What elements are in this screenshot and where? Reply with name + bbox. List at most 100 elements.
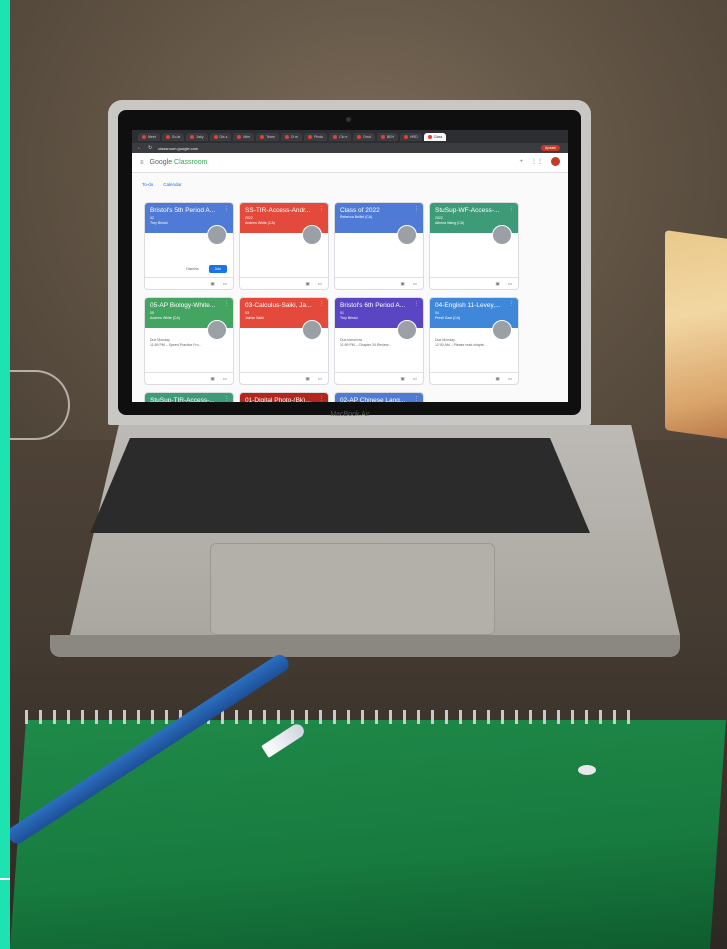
more-options-icon[interactable]: ⋮	[319, 396, 324, 402]
browser-tab[interactable]: Jaky	[186, 132, 208, 141]
back-arrow-icon[interactable]: ←	[137, 145, 142, 151]
trackpad	[210, 543, 495, 635]
tab-label: BEH	[386, 134, 395, 139]
tab-label: HRD	[410, 134, 418, 139]
classwork-icon[interactable]: ▣	[210, 281, 214, 287]
card-title[interactable]: 05-AP Biology-White...	[150, 302, 228, 309]
classwork-icon[interactable]: ▣	[210, 376, 214, 382]
folder-icon[interactable]: ▭	[413, 281, 417, 287]
card-title[interactable]: 03-Calculus-Saiki, Ja...	[245, 302, 323, 309]
card-owner[interactable]: Rebecca Bellini (CA)	[340, 215, 418, 219]
tab-label: Dis s	[219, 134, 228, 139]
classwork-icon[interactable]: ▣	[495, 376, 499, 382]
browser-tab[interactable]: Ct m	[280, 132, 303, 141]
more-options-icon[interactable]: ⋮	[509, 301, 514, 307]
tab-favicon-icon	[237, 134, 242, 139]
hamburger-menu-icon[interactable]: ≡	[140, 160, 144, 166]
teacher-avatar	[207, 320, 227, 340]
browser-tab[interactable]: HRD	[400, 132, 422, 141]
more-options-icon[interactable]: ⋮	[414, 301, 419, 307]
frame-mark	[0, 878, 10, 880]
card-title[interactable]: Bristol's 5th Period A...	[150, 207, 228, 214]
classwork-icon[interactable]: ▣	[495, 281, 499, 287]
card-section: 02	[150, 216, 154, 220]
tissue-box	[665, 230, 727, 440]
header-actions: + ⋮⋮	[519, 157, 560, 166]
classwork-icon[interactable]: ▣	[305, 281, 309, 287]
folder-icon[interactable]: ▭	[508, 376, 512, 382]
class-card[interactable]: StuSup-WF-Access-... 2022 Athena Wang (CA)…	[429, 202, 519, 290]
more-options-icon[interactable]: ⋮	[509, 206, 514, 212]
card-title[interactable]: SS-TIR-Access-Andr...	[245, 207, 323, 214]
classroom-logo[interactable]: Google Classroom	[150, 159, 208, 166]
tab-label: Team	[266, 134, 275, 139]
class-card[interactable]: 04-English 11-Levey,... 04 Presli Gazi (CA…	[429, 297, 519, 385]
classwork-icon[interactable]: ▣	[400, 281, 404, 287]
browser-tab[interactable]: Go-le	[161, 132, 185, 141]
spiral-notebook	[10, 720, 727, 949]
card-title[interactable]: Class of 2022	[340, 207, 418, 214]
folder-icon[interactable]: ▭	[508, 281, 512, 287]
classwork-icon[interactable]: ▣	[305, 376, 309, 382]
class-card[interactable]: 02-AP Chinese Lang...⋮▣▭	[334, 392, 424, 402]
browser-tab[interactable]: Clo e	[329, 132, 352, 141]
class-card[interactable]: Class of 2022 Rebecca Bellini (CA) ⋮ ▣ ▭	[334, 202, 424, 290]
folder-icon[interactable]: ▭	[318, 281, 322, 287]
card-title[interactable]: Bristol's 6th Period A...	[340, 302, 418, 309]
more-options-icon[interactable]: ⋮	[224, 206, 229, 212]
todo-link[interactable]: To-do	[142, 182, 153, 187]
reload-icon[interactable]: ↻	[148, 145, 152, 151]
card-title[interactable]: 04-English 11-Levey,...	[435, 302, 513, 309]
classwork-icon[interactable]: ▣	[400, 376, 404, 382]
class-card[interactable]: Bristol's 5th Period A... 02 Troy Bristol ⋮…	[144, 202, 234, 290]
more-options-icon[interactable]: ⋮	[319, 301, 324, 307]
more-options-icon[interactable]: ⋮	[224, 301, 229, 307]
url-field[interactable]: classroom.google.com	[158, 146, 198, 151]
tab-label: Class	[433, 134, 443, 139]
dismiss-button[interactable]: Dismiss	[186, 267, 198, 271]
browser-tab[interactable]: Dis s	[209, 132, 232, 141]
class-card[interactable]: StuSup-TIR-Access-...⋮▣▭	[144, 392, 234, 402]
browser-tab[interactable]: Mtm	[233, 132, 255, 141]
apps-grid-icon[interactable]: ⋮⋮	[531, 158, 543, 165]
calendar-link[interactable]: Calendar	[163, 182, 181, 187]
folder-icon[interactable]: ▭	[223, 376, 227, 382]
tab-favicon-icon	[284, 134, 289, 139]
plus-icon[interactable]: +	[519, 159, 523, 165]
browser-tab[interactable]: Drsd	[353, 132, 375, 141]
class-card[interactable]: SS-TIR-Access-Andr... 2022 Andrew White (C…	[239, 202, 329, 290]
card-title[interactable]: 01-Digital Photo-(Bk)...	[245, 397, 323, 402]
tab-favicon-icon	[333, 134, 338, 139]
card-header: 01-Digital Photo-(Bk)... ⋮	[240, 393, 328, 402]
folder-icon[interactable]: ▭	[413, 376, 417, 382]
teacher-avatar	[492, 320, 512, 340]
class-card[interactable]: 03-Calculus-Saiki, Ja... 03 Jaimie Saiki ⋮ ▣…	[239, 297, 329, 385]
more-options-icon[interactable]: ⋮	[414, 396, 419, 402]
browser-tab[interactable]: BEH	[376, 132, 399, 141]
class-card[interactable]: 05-AP Biology-White... 05 Andrew White (CA…	[144, 297, 234, 385]
folder-icon[interactable]: ▭	[223, 281, 227, 287]
card-header: 02-AP Chinese Lang... ⋮	[335, 393, 423, 402]
tab-label: Clo e	[339, 134, 348, 139]
card-title[interactable]: StuSup-WF-Access-...	[435, 207, 513, 214]
browser-tab[interactable]: Meet	[138, 132, 160, 141]
join-button[interactable]: Join	[208, 265, 227, 273]
browser-tab[interactable]: Class	[423, 132, 447, 141]
more-options-icon[interactable]: ⋮	[414, 206, 419, 212]
browser-tab-bar: Meet Go-le Jaky Dis s Mtm Team Ct m Photo Clo e D…	[132, 130, 568, 143]
logo-product-text: Classroom	[174, 159, 208, 166]
tab-label: Mtm	[243, 134, 251, 139]
tab-label: Go-le	[171, 134, 181, 139]
folder-icon[interactable]: ▭	[318, 376, 322, 382]
browser-tab[interactable]: Team	[256, 132, 279, 141]
card-title[interactable]: StuSup-TIR-Access-...	[150, 397, 228, 402]
card-title[interactable]: 02-AP Chinese Lang...	[340, 397, 418, 402]
account-avatar[interactable]	[551, 157, 560, 166]
more-options-icon[interactable]: ⋮	[224, 396, 229, 402]
more-options-icon[interactable]: ⋮	[319, 206, 324, 212]
class-card[interactable]: Bristol's 6th Period A... 01 Troy Bristol ⋮…	[334, 297, 424, 385]
class-card[interactable]: 01-Digital Photo-(Bk)...⋮▣▭	[239, 392, 329, 402]
update-button[interactable]: Update	[540, 145, 560, 151]
browser-tab[interactable]: Photo	[304, 132, 328, 141]
card-footer: ▣ ▭	[335, 277, 423, 289]
